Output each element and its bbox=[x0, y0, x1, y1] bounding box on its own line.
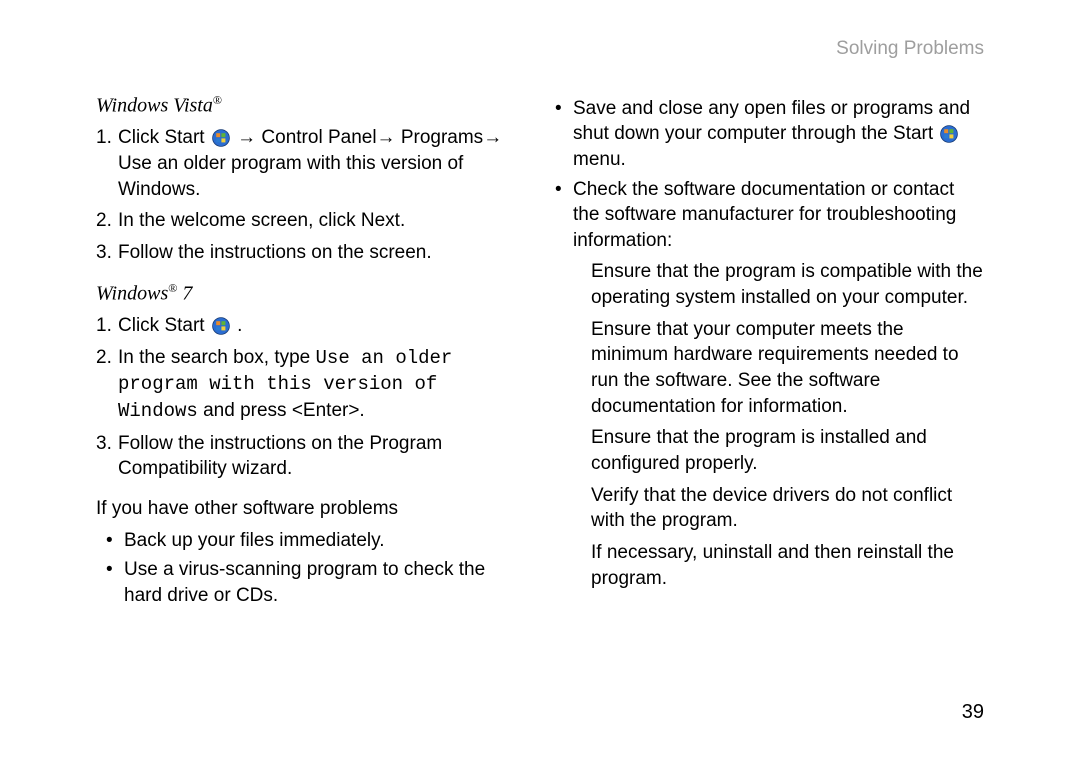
bullet-item: • Use a virus-scanning program to check … bbox=[106, 557, 525, 608]
text: Click bbox=[118, 315, 164, 336]
arrow: → bbox=[232, 127, 262, 148]
registered-symbol: ® bbox=[168, 281, 177, 295]
bullet-item: • Back up your files immediately. bbox=[106, 528, 525, 554]
list-number: 2. bbox=[96, 208, 118, 234]
page-header: Solving Problems bbox=[96, 36, 984, 62]
text: and press <Enter>. bbox=[198, 400, 365, 421]
text-start: Start bbox=[164, 315, 209, 336]
text: Control Panel bbox=[261, 127, 376, 148]
text: Save and close any open files or program… bbox=[573, 98, 970, 145]
list-item: 1. Click Start . bbox=[96, 313, 525, 339]
text: Use a virus bbox=[124, 559, 219, 580]
bullet-glyph: • bbox=[555, 177, 573, 254]
text: Windows Vista bbox=[96, 94, 213, 116]
list-item: 1. Click Start → Control Panel→ Programs… bbox=[96, 125, 525, 202]
list-item: 2. In the welcome screen, click Next. bbox=[96, 208, 525, 234]
bullet-item: • Check the software documentation or co… bbox=[555, 177, 984, 254]
windows-orb-icon bbox=[940, 125, 958, 143]
list-number: 3. bbox=[96, 431, 118, 482]
bullet-item: • Save and close any open files or progr… bbox=[555, 96, 984, 173]
windows-orb-icon bbox=[212, 317, 230, 335]
list-item: 3. Follow the instructions on the Progra… bbox=[96, 431, 525, 482]
text: Follow the instructions on the bbox=[118, 433, 369, 454]
list-body: Click Start → Control Panel→ Programs→ U… bbox=[118, 125, 525, 202]
page-number: 39 bbox=[962, 699, 984, 726]
left-column: Windows Vista® 1. Click Start → Control … bbox=[96, 92, 525, 613]
text: . bbox=[232, 315, 243, 336]
text-start: Start bbox=[164, 127, 209, 148]
text: menu. bbox=[573, 149, 626, 170]
registered-symbol: ® bbox=[213, 93, 222, 107]
text: . bbox=[195, 179, 200, 200]
bullet-body: Check the software documentation or cont… bbox=[573, 177, 984, 254]
list-body: In the search box, type Use an older pro… bbox=[118, 345, 525, 425]
text: In the welcome screen, click bbox=[118, 210, 361, 231]
text-next: Next bbox=[361, 210, 400, 231]
list-number: 3. bbox=[96, 240, 118, 266]
list-number: 1. bbox=[96, 125, 118, 202]
list-body: In the welcome screen, click Next. bbox=[118, 208, 525, 234]
version-text: 7 bbox=[177, 282, 192, 304]
list-item: 2. In the search box, type Use an older … bbox=[96, 345, 525, 425]
text: Programs bbox=[401, 127, 483, 148]
text: wizard. bbox=[227, 458, 292, 479]
bullet-glyph: • bbox=[555, 96, 573, 173]
bullet-glyph: • bbox=[106, 528, 124, 554]
sub-item: Ensure that the program is installed and… bbox=[591, 425, 984, 476]
bullet-body: Save and close any open files or program… bbox=[573, 96, 984, 173]
columns: Windows Vista® 1. Click Start → Control … bbox=[96, 92, 984, 613]
arrow: → bbox=[377, 127, 401, 148]
text: . bbox=[400, 210, 405, 231]
list-body: Follow the instructions on the Program C… bbox=[118, 431, 525, 482]
heading-windows-vista: Windows Vista® bbox=[96, 92, 525, 120]
bullet-body: Use a virus-scanning program to check th… bbox=[124, 557, 525, 608]
sub-item: Ensure that your computer meets the mini… bbox=[591, 317, 984, 420]
sub-item: If necessary, uninstall and then reinsta… bbox=[591, 540, 984, 591]
text: Windows bbox=[96, 282, 168, 304]
sub-item: Verify that the device drivers do not co… bbox=[591, 483, 984, 534]
right-column: • Save and close any open files or progr… bbox=[555, 92, 984, 613]
windows-orb-icon bbox=[212, 129, 230, 147]
sub-item: Ensure that the program is compatible wi… bbox=[591, 259, 984, 310]
subheading-other-problems: If you have other software problems bbox=[96, 496, 525, 522]
page: Solving Problems Windows Vista® 1. Click… bbox=[0, 0, 1080, 766]
list-body: Click Start . bbox=[118, 313, 525, 339]
text: Click bbox=[118, 127, 164, 148]
bullet-glyph: • bbox=[106, 557, 124, 608]
list-number: 2. bbox=[96, 345, 118, 425]
heading-windows-7: Windows® 7 bbox=[96, 280, 525, 308]
list-body: Follow the instructions on the screen. bbox=[118, 240, 525, 266]
arrow: → bbox=[483, 127, 502, 148]
list-number: 1. bbox=[96, 313, 118, 339]
list-item: 3. Follow the instructions on the screen… bbox=[96, 240, 525, 266]
text: In the search box, type bbox=[118, 347, 316, 368]
bullet-body: Back up your files immediately. bbox=[124, 528, 525, 554]
text: Use an older program with this version o… bbox=[118, 153, 463, 200]
